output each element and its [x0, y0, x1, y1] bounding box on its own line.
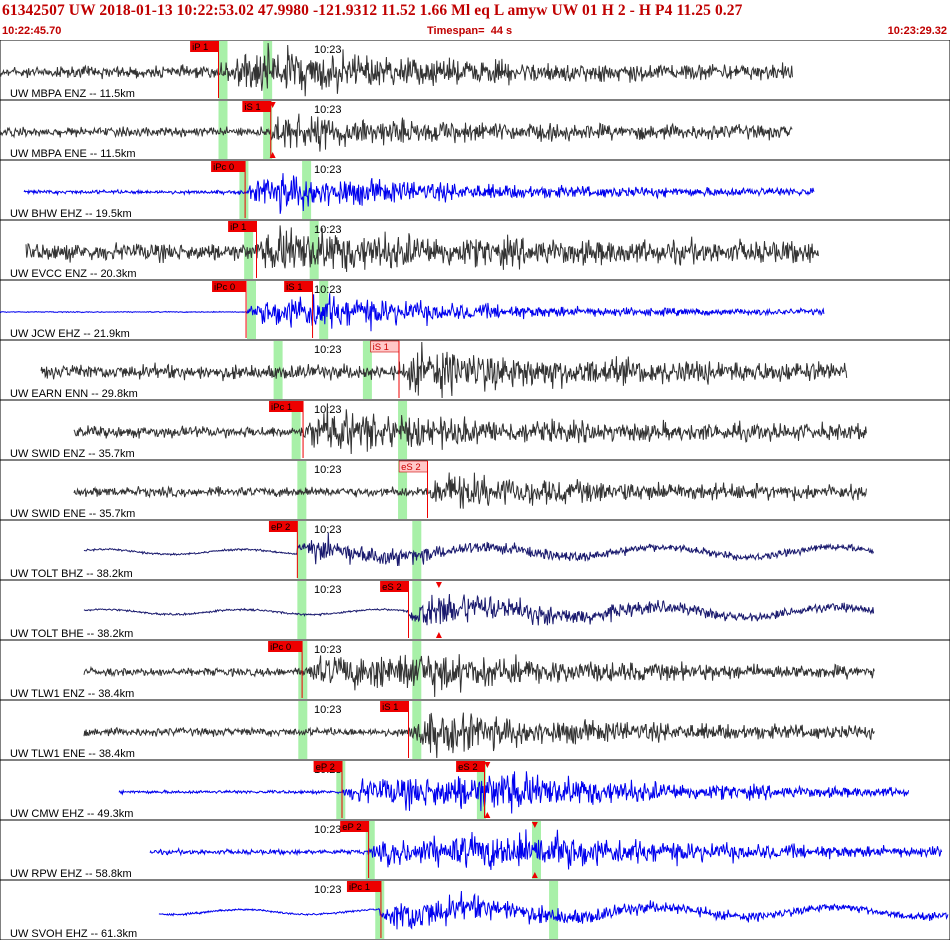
end-time: 10:23:29.32: [887, 25, 947, 37]
channel-panel[interactable]: 10:23 iS 1 UW EARN ENN -- 29.8km: [0, 339, 950, 401]
pick-label: iP 1: [230, 222, 246, 233]
waveform-trace: [25, 225, 819, 273]
header: 61342507 UW 2018-01-13 10:22:53.02 47.99…: [0, 0, 950, 40]
pick-label: eP 2: [271, 522, 290, 533]
time-tick-label: 10:23: [314, 884, 342, 896]
channel-panel[interactable]: 10:23eP 2eS 2UW CMW EHZ -- 49.3km: [0, 759, 950, 821]
channel-label: UW BHW EHZ -- 19.5km: [10, 208, 132, 220]
channel-label: UW SWID ENZ -- 35.7km: [10, 448, 135, 460]
pick-window: [549, 881, 559, 939]
channel-panel[interactable]: 10:23 eP 2 UW RPW EHZ -- 58.8km: [0, 819, 950, 881]
pick-label: eS 2: [382, 582, 402, 593]
channel-panel[interactable]: 10:23 iP 1 UW EVCC ENZ -- 20.3km: [0, 219, 950, 281]
pick-label: iP 1: [192, 42, 208, 53]
time-tick-label: 10:23: [314, 704, 342, 716]
channel-panel[interactable]: 10:23 iP 1 UW MBPA ENZ -- 11.5km: [0, 40, 950, 101]
pick-label: iS 1: [382, 702, 398, 713]
pick-label: iS 1: [373, 342, 389, 353]
channel-label: UW TLW1 ENZ -- 38.4km: [10, 688, 134, 700]
time-tick-label: 10:23: [314, 284, 342, 296]
channel-label: UW TLW1 ENE -- 38.4km: [10, 748, 135, 760]
channel-label: UW SVOH EHZ -- 61.3km: [10, 928, 137, 940]
waveform-trace: [73, 472, 867, 509]
channel-label: UW EVCC ENZ -- 20.3km: [10, 268, 137, 280]
channel-label: UW TOLT BHZ -- 38.2km: [10, 568, 133, 580]
start-time: 10:22:45.70: [2, 25, 62, 37]
pick-label: iPc 0: [270, 642, 291, 653]
pick-window: [412, 521, 422, 579]
amplitude-marker-top: [435, 582, 442, 588]
waveform-trace: [83, 712, 875, 759]
waveform-trace: [83, 593, 875, 626]
waveform-trace: [118, 771, 910, 814]
time-tick-label: 10:23: [314, 164, 342, 176]
channel-label: UW JCW EHZ -- 21.9km: [10, 328, 130, 340]
channel-frame: [0, 519, 950, 581]
pick-label: eS 2: [401, 462, 421, 473]
channel-panel[interactable]: 10:23eP 2UW TOLT BHZ -- 38.2km: [0, 519, 950, 581]
pick-label: eP 2: [316, 762, 335, 773]
channel-panel[interactable]: 10:23 iS 1 UW TLW1 ENE -- 38.4km: [0, 699, 950, 761]
channel-panel[interactable]: 10:23 iS 1 UW MBPA ENE -- 11.5km: [0, 99, 950, 161]
time-tick-label: 10:23: [314, 824, 342, 836]
pick-label: iS 1: [244, 102, 260, 113]
timespan: Timespan= 44 s: [427, 25, 512, 37]
waveform-trace: [40, 341, 848, 399]
timespan-value: 44 s: [490, 25, 513, 37]
channel-panel[interactable]: 10:23 eS 2 UW SWID ENE -- 35.7km: [0, 459, 950, 521]
time-tick-label: 10:23: [314, 344, 342, 356]
time-tick-label: 10:23: [314, 464, 342, 476]
pick-label: eS 2: [458, 762, 478, 773]
waveform-trace: [149, 829, 943, 871]
channel-label: UW CMW EHZ -- 49.3km: [10, 808, 133, 820]
pick-label: iPc 0: [213, 162, 234, 173]
pick-label: iPc 1: [271, 402, 292, 413]
waveform-trace: [23, 173, 815, 214]
waveform-trace: [83, 532, 875, 567]
channel-label: UW RPW EHZ -- 58.8km: [10, 868, 132, 880]
waveform-trace: [83, 654, 875, 698]
time-tick-label: 10:23: [314, 44, 342, 56]
channel-label: UW SWID ENE -- 35.7km: [10, 508, 135, 520]
waveform-trace: [0, 293, 825, 332]
waveform-trace: [0, 113, 793, 152]
waveform-trace: [73, 403, 867, 455]
pick-window: [247, 281, 256, 339]
channel-panel[interactable]: 10:23 iPc 0 UW BHW EHZ -- 19.5km: [0, 159, 950, 221]
time-tick-label: 10:23: [314, 224, 342, 236]
channel-label: UW TOLT BHE -- 38.2km: [10, 628, 133, 640]
event-title: 61342507 UW 2018-01-13 10:22:53.02 47.99…: [2, 2, 743, 19]
channel-label: UW EARN ENN -- 29.8km: [10, 388, 138, 400]
amplitude-marker-bottom: [435, 632, 442, 638]
pick-label: iPc 1: [349, 882, 370, 893]
channel-label: UW MBPA ENE -- 11.5km: [10, 148, 136, 160]
channel-panel[interactable]: 10:23 eS 2 UW TOLT BHE -- 38.2km: [0, 579, 950, 641]
time-tick-label: 10:23: [314, 584, 342, 596]
channel-panel[interactable]: 10:23iPc 1UW SWID ENZ -- 35.7km: [0, 399, 950, 461]
pick-window: [297, 521, 307, 579]
seismogram-plot[interactable]: 10:23 iP 1 UW MBPA ENZ -- 11.5km 10:23 iS 1 U…: [0, 40, 950, 940]
pick-label: eP 2: [342, 822, 361, 833]
time-tick-label: 10:23: [314, 104, 342, 116]
pick-window: [297, 581, 307, 639]
channel-panel[interactable]: 10:23 iPc 1 UW SVOH EHZ -- 61.3km: [0, 879, 950, 940]
channel-panel[interactable]: 10:23 iPc 0 iS 1 UW JCW EHZ -- 21.9km: [0, 279, 950, 341]
pick-label: iS 1: [286, 282, 302, 293]
channel-label: UW MBPA ENZ -- 11.5km: [10, 88, 135, 100]
channel-panel[interactable]: 10:23 iPc 0 UW TLW1 ENZ -- 38.4km: [0, 639, 950, 701]
pick-label: iPc 0: [214, 282, 235, 293]
time-tick-label: 10:23: [314, 644, 342, 656]
timespan-label: Timespan=: [427, 25, 485, 37]
